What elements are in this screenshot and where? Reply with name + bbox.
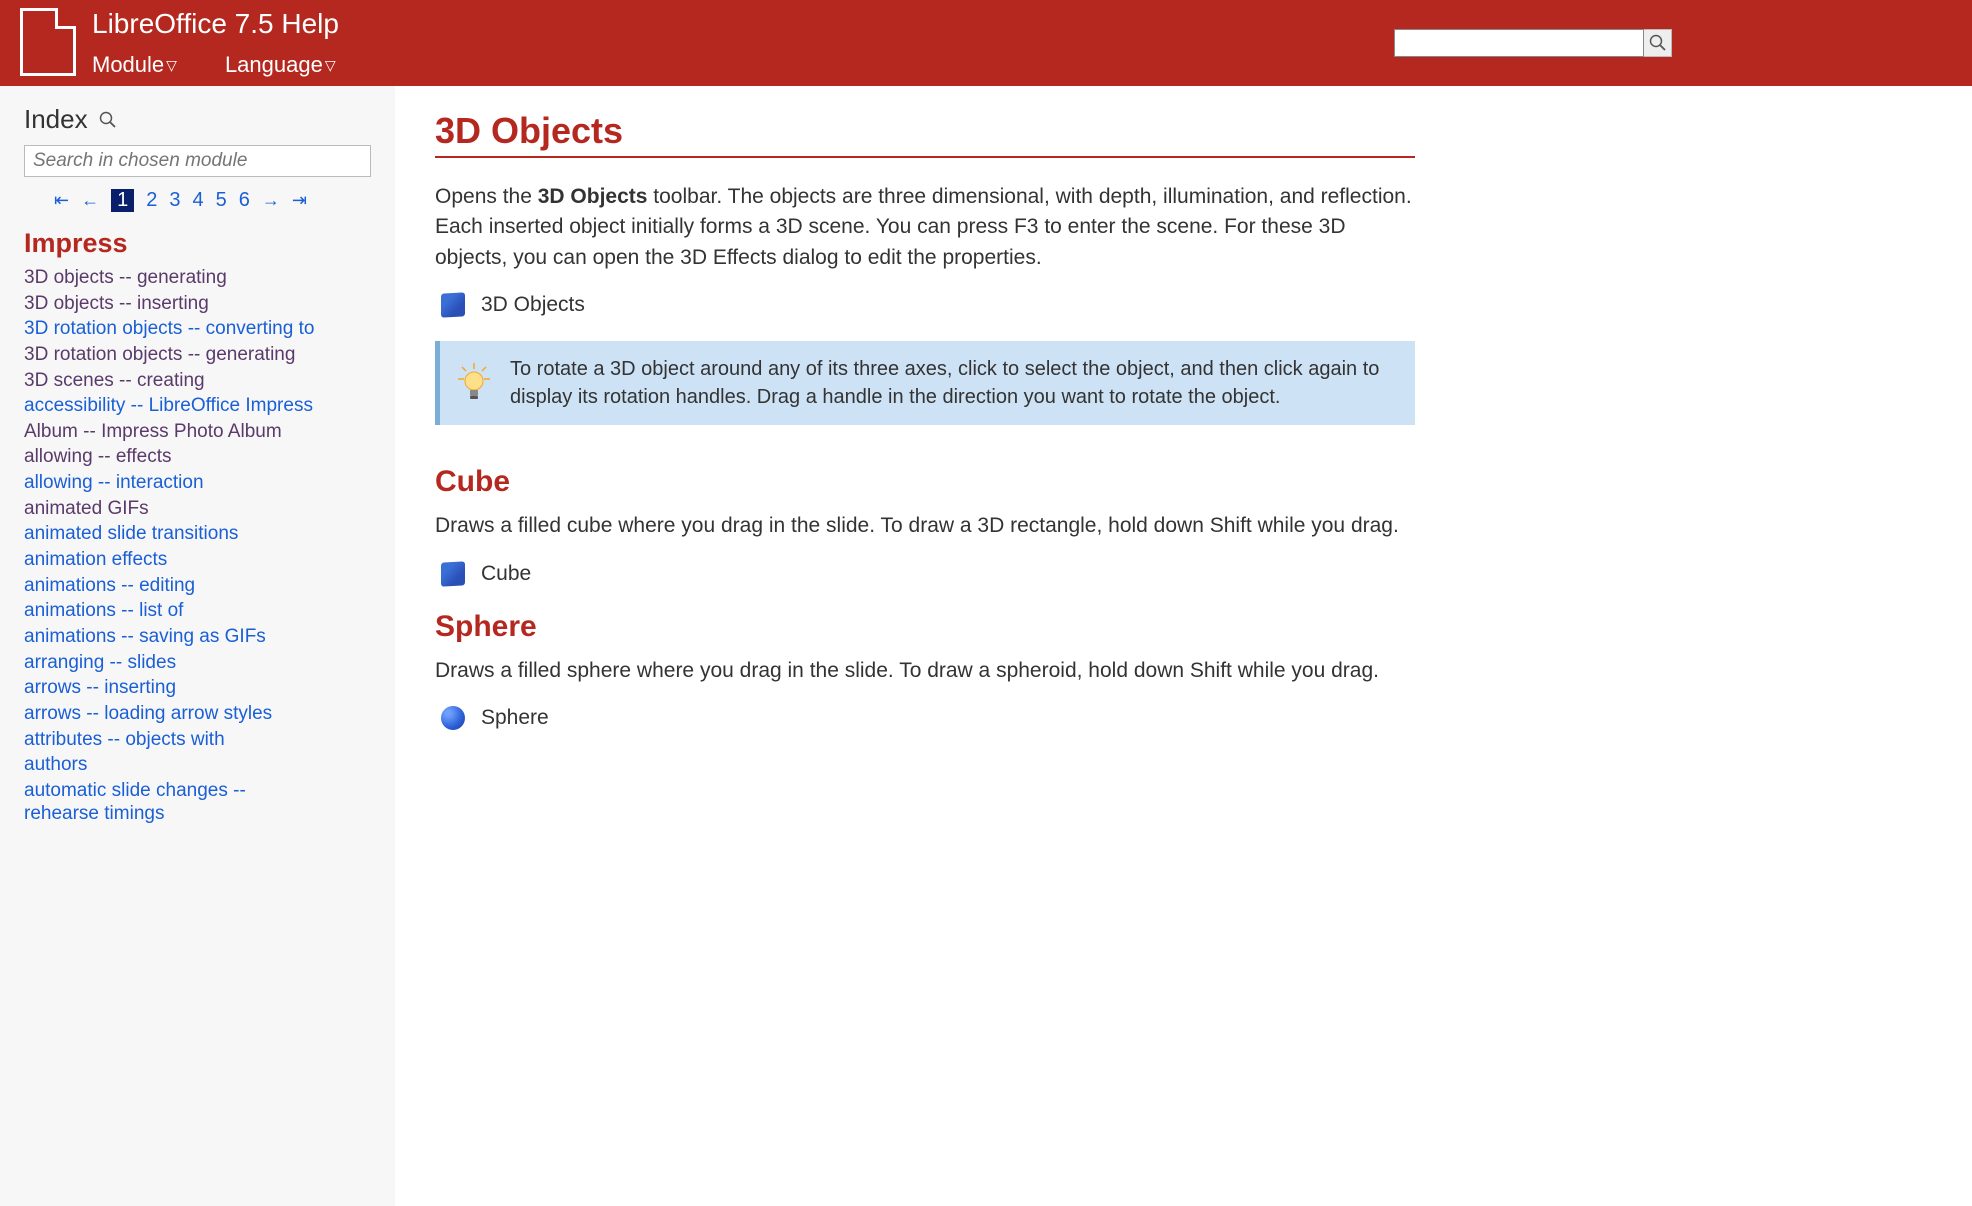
index-item[interactable]: allowing -- interaction [24, 470, 371, 496]
index-item[interactable]: animations -- editing [24, 573, 371, 599]
sphere-icon [441, 706, 465, 730]
cube-heading: Cube [435, 465, 1415, 499]
page-3[interactable]: 3 [169, 189, 180, 212]
intro-pre: Opens the [435, 185, 538, 208]
index-item[interactable]: animations -- saving as GIFs [24, 624, 371, 650]
language-menu[interactable]: Language ▽ [225, 52, 336, 78]
page-title: 3D Objects [435, 110, 1415, 158]
sidebar-heading-label: Index [24, 104, 88, 135]
index-item[interactable]: arranging -- slides [24, 650, 371, 676]
index-item[interactable]: accessibility -- LibreOffice Impress [24, 393, 371, 419]
libreoffice-logo-icon [20, 8, 76, 76]
3d-objects-icon [441, 293, 465, 318]
index-search-input[interactable] [24, 145, 371, 177]
index-item[interactable]: animated slide transitions [24, 521, 371, 547]
app-header: LibreOffice 7.5 Help Module ▽ Language ▽ [0, 0, 1972, 86]
index-item[interactable]: arrows -- loading arrow styles [24, 701, 371, 727]
tip-text: To rotate a 3D object around any of its … [510, 355, 1395, 411]
index-item[interactable]: attributes -- objects with [24, 727, 371, 753]
intro-paragraph: Opens the 3D Objects toolbar. The object… [435, 182, 1415, 273]
sidebar-heading: Index [24, 104, 371, 135]
cube-label: Cube [481, 562, 531, 586]
index-item[interactable]: 3D rotation objects -- converting to [24, 316, 371, 342]
search-icon [98, 110, 118, 130]
page-2[interactable]: 2 [146, 189, 157, 212]
language-menu-label: Language [225, 52, 323, 78]
index-item[interactable]: authors [24, 752, 371, 778]
index-item[interactable]: 3D rotation objects -- generating [24, 342, 371, 368]
page-first[interactable]: ⇤ [54, 190, 69, 211]
page-4[interactable]: 4 [192, 189, 203, 212]
sphere-heading: Sphere [435, 610, 1415, 644]
pagination: ⇤ ← 1 2 3 4 5 6 → ⇥ [54, 189, 371, 212]
index-item[interactable]: animations -- list of [24, 598, 371, 624]
toolbar-object-row: 3D Objects [441, 293, 1415, 317]
index-item[interactable]: arrows -- inserting [24, 675, 371, 701]
page-1[interactable]: 1 [111, 189, 134, 212]
module-menu-label: Module [92, 52, 164, 78]
index-item[interactable]: rehearse timings [24, 801, 371, 827]
index-item[interactable]: 3D objects -- inserting [24, 291, 371, 317]
index-item[interactable]: 3D scenes -- creating [24, 368, 371, 394]
index-item[interactable]: 3D objects -- generating [24, 265, 371, 291]
module-menu[interactable]: Module ▽ [92, 52, 177, 78]
intro-bold: 3D Objects [538, 185, 648, 208]
index-section-title: Impress [24, 228, 371, 259]
sphere-text: Draws a filled sphere where you drag in … [435, 656, 1415, 686]
cube-object-row: Cube [441, 562, 1415, 586]
main-content: 3D Objects Opens the 3D Objects toolbar.… [395, 86, 1495, 1206]
page-prev[interactable]: ← [81, 190, 99, 211]
index-item[interactable]: animation effects [24, 547, 371, 573]
chevron-down-icon: ▽ [325, 57, 336, 74]
lightbulb-icon [456, 361, 492, 405]
cube-text: Draws a filled cube where you drag in th… [435, 511, 1415, 541]
header-search-input[interactable] [1394, 29, 1644, 57]
chevron-down-icon: ▽ [166, 57, 177, 74]
sidebar: Index ⇤ ← 1 2 3 4 5 6 → ⇥ Impress 3D obj… [0, 86, 395, 1206]
page-next[interactable]: → [262, 190, 280, 211]
sphere-object-row: Sphere [441, 706, 1415, 730]
layout: Index ⇤ ← 1 2 3 4 5 6 → ⇥ Impress 3D obj… [0, 86, 1972, 1206]
index-item[interactable]: animated GIFs [24, 496, 371, 522]
cube-icon [441, 561, 465, 586]
search-icon [1648, 33, 1668, 53]
header-text: LibreOffice 7.5 Help Module ▽ Language ▽ [92, 8, 339, 78]
page-last[interactable]: ⇥ [292, 190, 307, 211]
toolbar-object-label: 3D Objects [481, 293, 585, 317]
index-item[interactable]: Album -- Impress Photo Album [24, 419, 371, 445]
page-5[interactable]: 5 [216, 189, 227, 212]
index-item[interactable]: automatic slide changes -- [24, 778, 371, 804]
tip-box: To rotate a 3D object around any of its … [435, 341, 1415, 425]
header-search-button[interactable] [1644, 29, 1672, 57]
header-left: LibreOffice 7.5 Help Module ▽ Language ▽ [20, 8, 339, 78]
index-list: 3D objects -- generating3D objects -- in… [24, 265, 371, 827]
header-search [1394, 29, 1672, 57]
header-menus: Module ▽ Language ▽ [92, 52, 339, 78]
app-title: LibreOffice 7.5 Help [92, 8, 339, 40]
sphere-label: Sphere [481, 706, 549, 730]
page-6[interactable]: 6 [239, 189, 250, 212]
index-item[interactable]: allowing -- effects [24, 444, 371, 470]
